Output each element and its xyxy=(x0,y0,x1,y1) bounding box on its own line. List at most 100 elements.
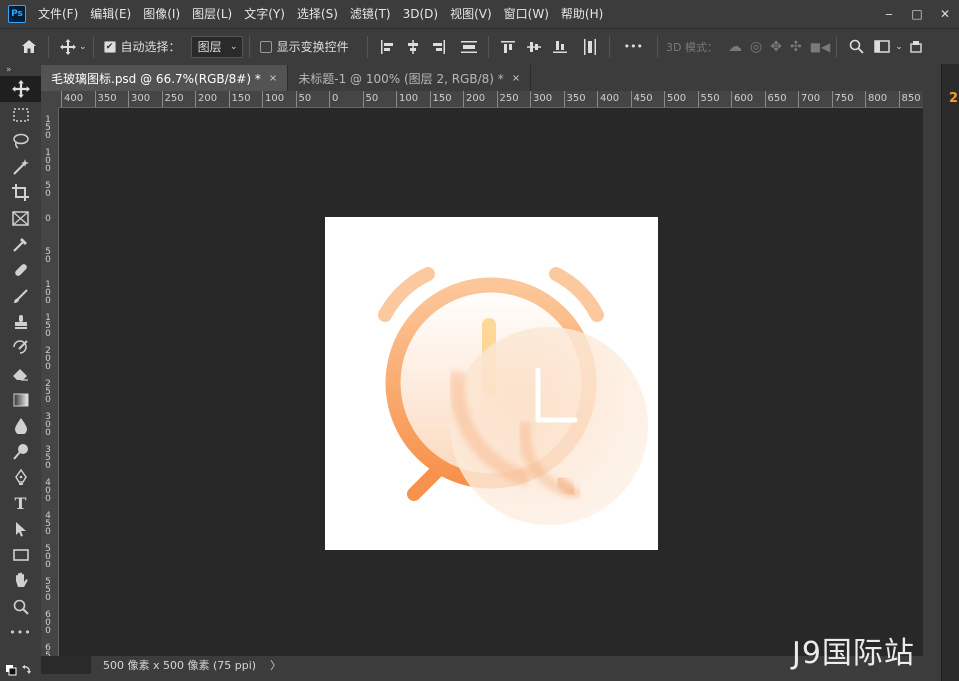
divider xyxy=(48,35,49,58)
window-controls: ‒ □ ✕ xyxy=(875,4,959,24)
divider xyxy=(657,35,659,58)
align-middle-v-icon[interactable] xyxy=(521,34,547,60)
document-canvas[interactable] xyxy=(325,217,658,550)
align-center-h-icon[interactable] xyxy=(400,34,426,60)
zoom-tool-icon[interactable] xyxy=(0,594,41,620)
menu-layer[interactable]: 图层(L) xyxy=(186,0,238,28)
menu-image[interactable]: 图像(I) xyxy=(137,0,186,28)
ruler-tick-label: 2 5 0 xyxy=(45,379,51,405)
search-icon[interactable] xyxy=(843,34,869,60)
chevron-down-icon: ⌄ xyxy=(230,41,238,52)
close-tab-icon[interactable]: × xyxy=(269,73,277,84)
menu-type[interactable]: 文字(Y) xyxy=(238,0,291,28)
ruler-tick-label: 150 xyxy=(228,91,251,107)
close-button[interactable]: ✕ xyxy=(931,4,959,24)
distribute-icon[interactable] xyxy=(456,34,482,60)
chevron-down-icon[interactable]: ⌄ xyxy=(895,42,903,52)
gradient-tool-icon[interactable] xyxy=(0,387,41,413)
tab-untitled-doc[interactable]: 未标题-1 @ 100% (图层 2, RGB/8) * × xyxy=(288,65,532,91)
auto-select-checkbox[interactable]: ✔ xyxy=(103,40,116,53)
distribute-v-icon[interactable] xyxy=(577,34,603,60)
pen-tool-icon[interactable] xyxy=(0,464,41,490)
align-top-icon[interactable] xyxy=(495,34,521,60)
collapse-toolbar-icon[interactable]: » xyxy=(0,64,41,76)
ruler-tick-label: 50 xyxy=(295,91,311,107)
menu-select[interactable]: 选择(S) xyxy=(291,0,344,28)
color-swatches-icon[interactable] xyxy=(6,664,34,679)
ruler-tick-label: 550 xyxy=(697,91,720,107)
auto-select-label: 自动选择： xyxy=(120,40,181,54)
blur-tool-icon[interactable] xyxy=(0,413,41,439)
chevron-down-icon[interactable]: ⌄ xyxy=(79,42,87,52)
slide-3d-icon[interactable]: ✣ xyxy=(790,39,802,55)
path-selection-icon[interactable] xyxy=(0,516,41,542)
scale-3d-icon[interactable]: ■◀ xyxy=(810,40,831,54)
marquee-tool-icon[interactable] xyxy=(0,102,41,128)
ruler-tick-label: 700 xyxy=(798,91,820,107)
lasso-tool-icon[interactable] xyxy=(0,128,41,154)
vertical-scrollbar[interactable] xyxy=(923,91,941,656)
close-tab-icon[interactable]: × xyxy=(512,73,520,84)
menu-window[interactable]: 窗口(W) xyxy=(498,0,555,28)
type-tool-icon[interactable]: T xyxy=(0,490,41,516)
stamp-tool-icon[interactable] xyxy=(0,309,41,335)
ruler-tick-label: 750 xyxy=(831,91,854,107)
share-icon[interactable] xyxy=(903,34,929,60)
ruler-corner xyxy=(41,91,59,108)
align-right-icon[interactable] xyxy=(426,34,452,60)
auto-select-dropdown[interactable]: 图层 ⌄ xyxy=(190,35,243,58)
zoom-field[interactable] xyxy=(41,656,91,674)
status-menu-arrow-icon[interactable]: 〉 xyxy=(270,657,281,673)
ruler-tick-label: 5 0 0 xyxy=(45,544,51,570)
eyedropper-icon[interactable] xyxy=(0,231,41,257)
menu-view[interactable]: 视图(V) xyxy=(444,0,498,28)
pan-3d-icon[interactable]: ✥ xyxy=(770,39,782,55)
ruler-tick-label: 800 xyxy=(865,91,887,107)
ruler-tick-label: 1 0 0 xyxy=(45,280,51,306)
home-icon[interactable] xyxy=(16,34,42,60)
crop-tool-icon[interactable] xyxy=(0,180,41,206)
vertical-ruler[interactable]: 1 5 0 1 0 0 5 0 0 5 0 1 0 0 1 5 0 2 0 0 2 5 0 3 0… xyxy=(41,108,59,656)
minimize-button[interactable]: ‒ xyxy=(875,4,903,24)
menu-edit[interactable]: 编辑(E) xyxy=(84,0,137,28)
ps-logo-icon: Ps xyxy=(8,5,26,23)
align-left-icon[interactable] xyxy=(374,34,400,60)
divider xyxy=(608,35,610,58)
ruler-tick-label: 0 xyxy=(329,91,338,107)
right-panel-dock: 2 xyxy=(941,64,959,681)
magic-wand-icon[interactable] xyxy=(0,154,41,180)
menu-3d[interactable]: 3D(D) xyxy=(397,0,444,28)
eraser-tool-icon[interactable] xyxy=(0,361,41,387)
ruler-tick-label: 2 0 0 xyxy=(45,346,51,372)
history-brush-icon[interactable] xyxy=(0,335,41,361)
menu-help[interactable]: 帮助(H) xyxy=(555,0,609,28)
workspace-icon[interactable] xyxy=(869,34,895,60)
orbit-3d-icon[interactable]: ☁ xyxy=(728,39,742,55)
dodge-tool-icon[interactable] xyxy=(0,438,41,464)
ruler-tick-label: 1 5 0 xyxy=(45,115,51,141)
tab-glass-icon-doc[interactable]: 毛玻璃图标.psd @ 66.7%(RGB/8#) * × xyxy=(41,65,289,91)
hand-tool-icon[interactable] xyxy=(0,568,41,594)
brush-tool-icon[interactable] xyxy=(0,283,41,309)
tab-label: 未标题-1 @ 100% (图层 2, RGB/8) * xyxy=(298,71,504,86)
rectangle-tool-icon[interactable] xyxy=(0,542,41,568)
move-tool-icon[interactable] xyxy=(0,76,41,102)
frame-tool-icon[interactable] xyxy=(0,205,41,231)
roll-3d-icon[interactable]: ◎ xyxy=(750,39,762,55)
ruler-tick-label: 500 xyxy=(664,91,686,107)
horizontal-ruler[interactable]: 400 350 300 250 200 150 100 50 0 50 100 150 200 250 30… xyxy=(59,91,923,108)
restore-button[interactable]: □ xyxy=(903,4,931,24)
horizontal-scrollbar[interactable] xyxy=(41,674,941,681)
healing-brush-icon[interactable] xyxy=(0,257,41,283)
canvas-workspace[interactable] xyxy=(59,108,923,656)
divider xyxy=(92,35,94,58)
ruler-tick-label: 150 xyxy=(429,91,452,107)
move-tool-icon[interactable] xyxy=(55,34,81,60)
more-options-button[interactable]: ••• xyxy=(624,40,643,53)
menu-file[interactable]: 文件(F) xyxy=(32,0,84,28)
show-transform-checkbox[interactable] xyxy=(259,40,272,53)
menu-filter[interactable]: 滤镜(T) xyxy=(344,0,397,28)
panel-badge[interactable]: 2 xyxy=(949,91,958,106)
align-bottom-icon[interactable] xyxy=(547,34,573,60)
more-tools-icon[interactable]: ••• xyxy=(0,620,41,646)
